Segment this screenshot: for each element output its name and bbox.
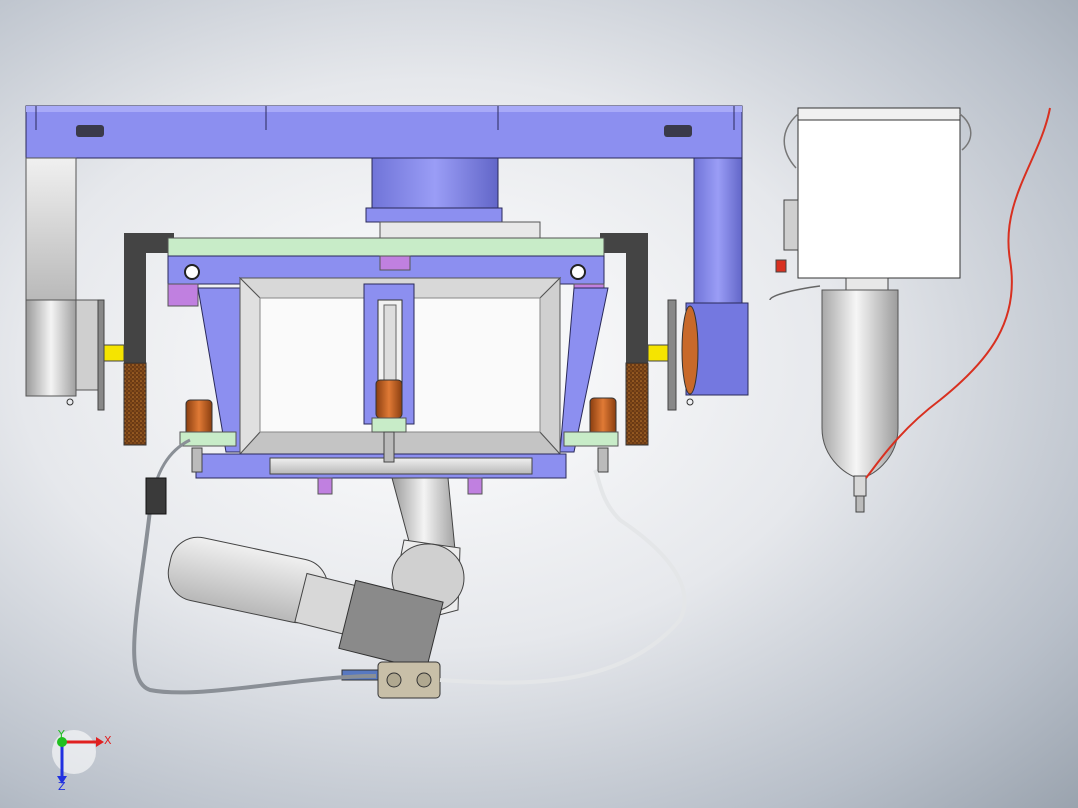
- z-axis-label: Z: [58, 780, 66, 793]
- cad-viewport[interactable]: X Y Z: [0, 0, 1078, 808]
- orientation-triad: X Y Z: [52, 728, 112, 793]
- x-axis-head: [96, 737, 104, 747]
- x-axis-label: X: [104, 734, 112, 747]
- y-axis-label: Y: [57, 728, 65, 741]
